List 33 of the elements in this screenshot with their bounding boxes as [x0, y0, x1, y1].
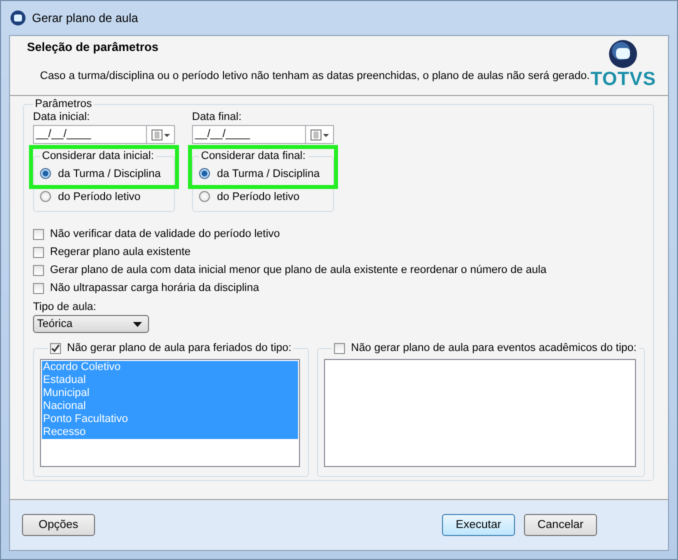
calendar-button[interactable]	[147, 125, 175, 144]
logo-text: TOTVS	[590, 69, 656, 91]
group-title: Considerar data final:	[200, 150, 307, 162]
radio-option[interactable]: da Turma / Disciplina	[40, 162, 170, 185]
field-label: Data final:	[192, 110, 243, 124]
field-label: Tipo de aula:	[33, 300, 98, 314]
options-button[interactable]: Opções	[22, 514, 95, 536]
list-box[interactable]	[324, 359, 636, 467]
cancel-button[interactable]: Cancelar	[524, 514, 597, 536]
checkbox-option[interactable]: Gerar plano de aula com data inicial menor que plano de aula existente e reordenar o número de aula	[33, 261, 645, 279]
radio-option[interactable]: da Turma / Disciplina	[199, 162, 329, 185]
app-icon	[10, 10, 26, 26]
group-title: Considerar data inicial:	[41, 150, 155, 162]
checkbox-option[interactable]: Não gerar plano de aula para feriados do tipo:	[50, 339, 292, 357]
lesson-type-dropdown[interactable]: Teórica	[33, 315, 149, 333]
window-title: Gerar plano de aula	[32, 11, 138, 25]
radio-option[interactable]: do Período letivo	[199, 185, 329, 208]
checkbox-option[interactable]: Não verificar data de validade do período letivo	[33, 225, 645, 243]
date-field[interactable]: __/__/____	[33, 125, 147, 144]
logo-icon	[608, 39, 638, 69]
calendar-button[interactable]	[306, 125, 334, 144]
checkbox-option[interactable]: Não ultrapassar carga horária da disciplina	[33, 279, 645, 297]
checkbox-option[interactable]: Não gerar plano de aula para eventos acadêmicos do tipo:	[334, 339, 637, 357]
execute-button[interactable]: Executar	[442, 514, 515, 536]
description-text: Caso a turma/disciplina ou o período letivo não tenham as datas preenchidas, o plano de aulas não será gerado.	[40, 70, 590, 82]
field-label: Data inicial:	[33, 110, 91, 124]
checkbox-option[interactable]: Regerar plano aula existente	[33, 243, 645, 261]
caret-icon	[133, 322, 142, 326]
section-title: Seleção de parâmetros	[27, 40, 160, 54]
radio-option[interactable]: do Período letivo	[40, 185, 170, 208]
date-field[interactable]: __/__/____	[192, 125, 306, 144]
group-title: Parâmetros	[34, 98, 93, 110]
check-icon	[51, 344, 60, 352]
